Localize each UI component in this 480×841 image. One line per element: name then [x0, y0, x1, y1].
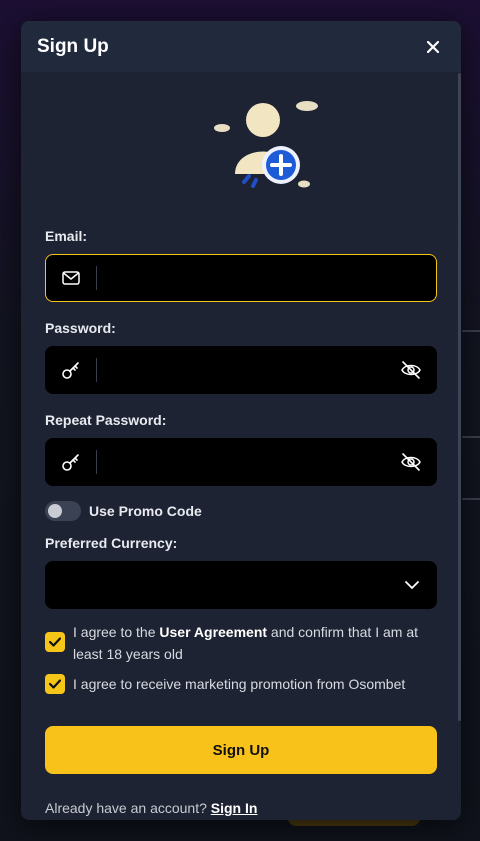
password-label: Password: — [45, 320, 116, 336]
promo-code-row: Use Promo Code — [45, 500, 437, 522]
email-input[interactable] — [97, 255, 436, 301]
toggle-knob — [48, 504, 62, 518]
modal-title: Sign Up — [37, 35, 109, 57]
eye-off-icon — [401, 453, 421, 471]
user-agreement-checkbox[interactable] — [45, 632, 65, 652]
envelope-icon — [46, 271, 96, 285]
marketing-row: I agree to receive marketing promotion f… — [45, 673, 437, 695]
user-agreement-link[interactable]: User Agreement — [159, 624, 267, 640]
password-field[interactable] — [45, 346, 437, 394]
currency-label: Preferred Currency: — [45, 535, 178, 551]
modal-header: Sign Up — [21, 21, 461, 72]
currency-select[interactable] — [45, 561, 437, 609]
repeat-password-input[interactable] — [97, 439, 386, 485]
email-label: Email: — [45, 228, 88, 244]
marketing-text: I agree to receive marketing promotion f… — [73, 676, 406, 692]
backdrop-decoration — [462, 436, 480, 438]
user-add-illustration — [214, 101, 318, 188]
agreement-prefix: I agree to the — [73, 624, 160, 640]
marketing-checkbox[interactable] — [45, 674, 65, 694]
checkmark-icon — [49, 679, 61, 689]
password-visibility-toggle[interactable] — [386, 360, 436, 380]
backdrop-decoration — [462, 498, 480, 500]
key-icon — [46, 452, 96, 472]
repeat-password-label: Repeat Password: — [45, 412, 167, 428]
signin-prompt: Already have an account? Sign In — [45, 800, 437, 816]
password-input[interactable] — [97, 347, 386, 393]
hero-illustration — [45, 72, 437, 226]
repeat-password-field[interactable] — [45, 438, 437, 486]
close-button[interactable] — [421, 35, 445, 59]
repeat-password-visibility-toggle[interactable] — [386, 452, 436, 472]
eye-off-icon — [401, 361, 421, 379]
key-icon — [46, 360, 96, 380]
user-agreement-text: I agree to the User Agreement and confir… — [73, 621, 437, 665]
user-agreement-row: I agree to the User Agreement and confir… — [45, 621, 437, 665]
signin-prompt-text: Already have an account? — [45, 800, 211, 816]
promo-code-toggle[interactable] — [45, 501, 81, 521]
checkmark-icon — [49, 637, 61, 647]
promo-code-label: Use Promo Code — [89, 503, 202, 519]
email-field[interactable] — [45, 254, 437, 302]
modal-body: Email: Password: Repeat Password: Use Pr… — [21, 72, 461, 816]
chevron-down-icon — [405, 581, 419, 589]
sign-up-button[interactable]: Sign Up — [45, 726, 437, 774]
backdrop-decoration — [462, 330, 480, 332]
signup-modal: Sign Up Email: Password: Repeat Password… — [21, 21, 461, 820]
close-icon — [427, 40, 439, 53]
sign-in-link[interactable]: Sign In — [211, 800, 258, 816]
